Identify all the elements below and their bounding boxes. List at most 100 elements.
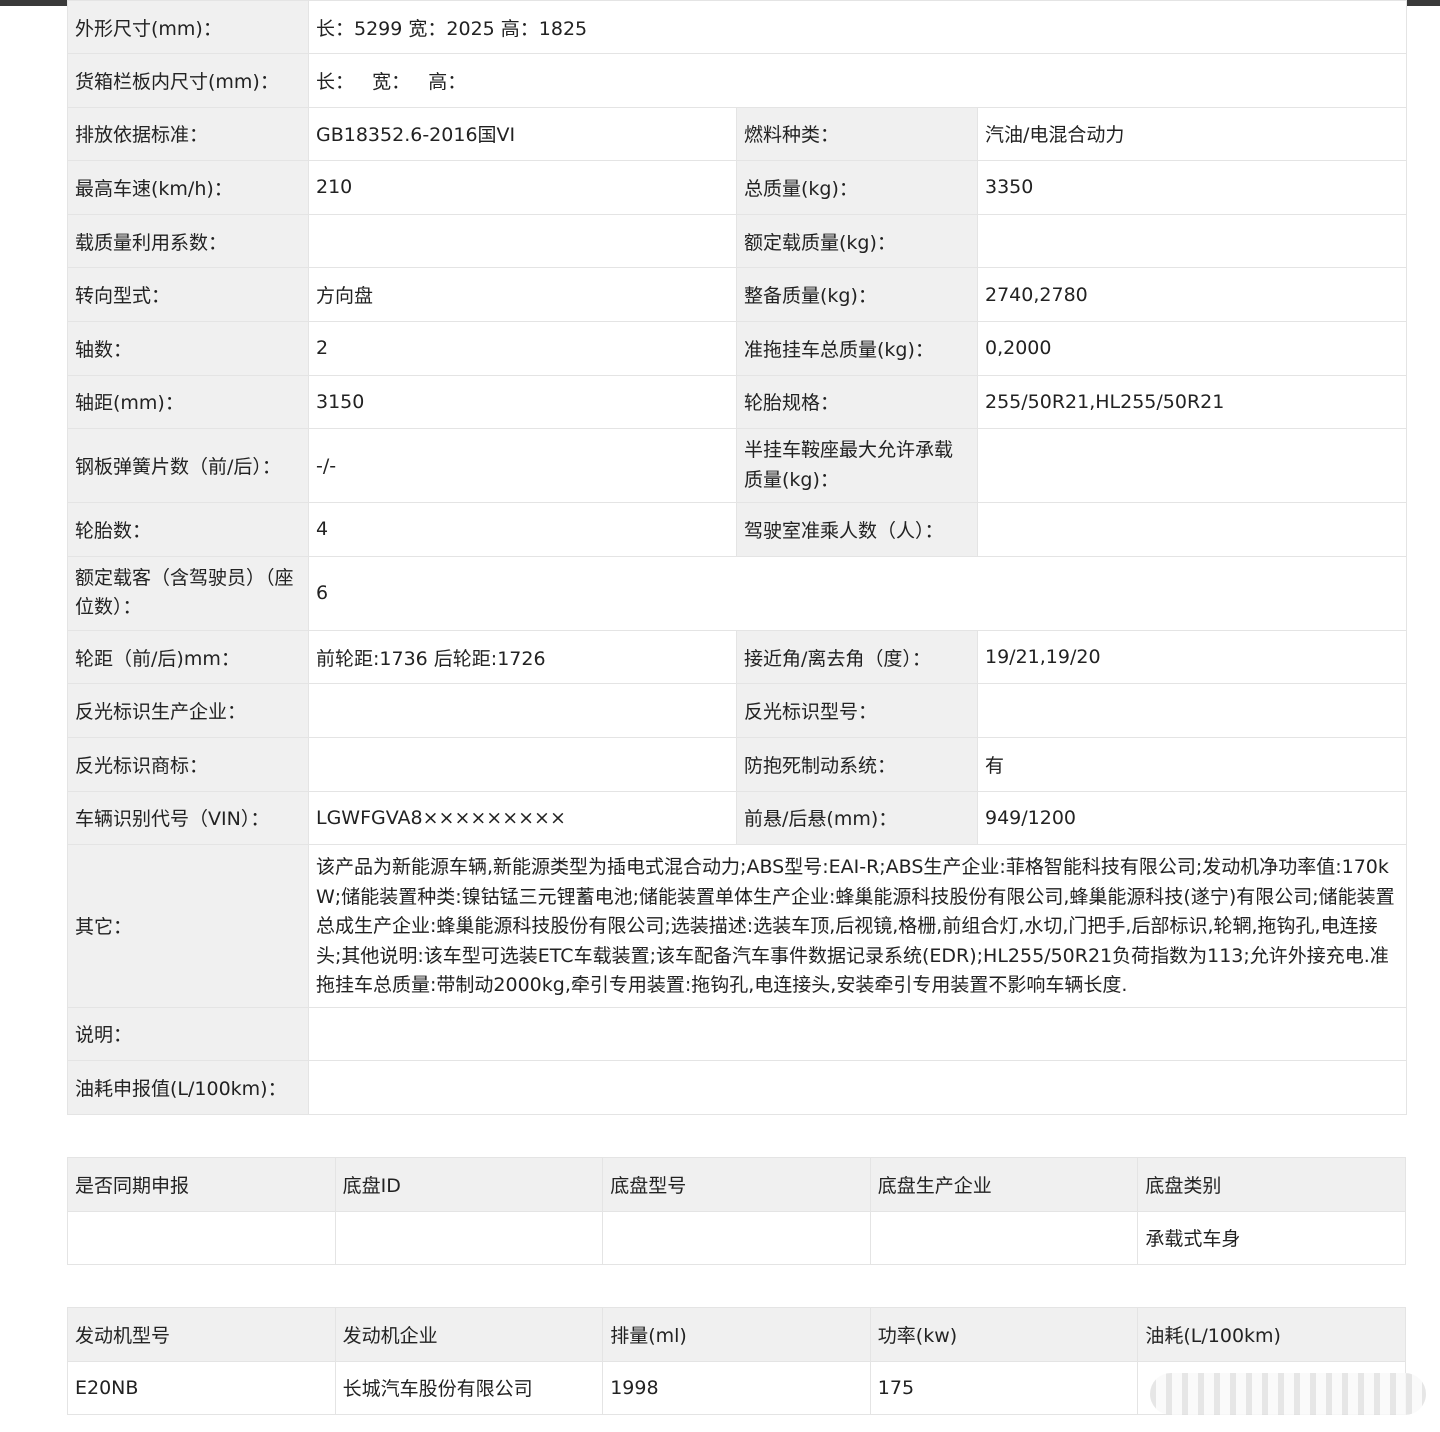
param-label: 转向型式：	[67, 267, 309, 322]
fuel-label: 油耗申报值(L/100km)：	[67, 1060, 309, 1115]
table-row: 其它： 该产品为新能源车辆,新能源类型为插电式混合动力;ABS型号:EAI-R;…	[67, 844, 1408, 1008]
chassis-table: 是否同期申报 底盘ID 底盘型号 底盘生产企业 底盘类别 承载式车身	[67, 1157, 1406, 1265]
table-cell: 长城汽车股份有限公司	[334, 1360, 604, 1415]
table-row: 载质量利用系数： 额定载质量(kg)：	[67, 213, 1408, 269]
table-row: 说明：	[67, 1006, 1408, 1062]
param-label: 驾驶室准乘人数（人）：	[736, 502, 978, 557]
param-value: 前轮距:1736 后轮距:1726	[308, 629, 737, 685]
seats-label: 额定载客（含驾驶员）（座位数）：	[67, 555, 309, 631]
column-header: 底盘型号	[602, 1157, 871, 1212]
param-value	[308, 736, 737, 792]
column-header: 功率(kw)	[869, 1307, 1139, 1362]
table-row: 轮距（前/后)mm： 前轮距:1736 后轮距:1726 接近角/离去角（度）：…	[67, 629, 1408, 685]
column-header: 是否同期申报	[67, 1157, 336, 1212]
param-label: 额定载质量(kg)：	[736, 213, 978, 269]
column-header: 发动机企业	[334, 1307, 604, 1362]
table-row: 反光标识生产企业： 反光标识型号：	[67, 683, 1408, 738]
param-label: 载质量利用系数：	[67, 213, 309, 269]
param-value	[976, 683, 1408, 738]
param-label: 半挂车鞍座最大允许承载质量(kg)：	[736, 428, 978, 504]
note-label: 说明：	[67, 1006, 309, 1062]
param-value	[308, 683, 737, 738]
param-label: 反光标识生产企业：	[67, 683, 309, 738]
param-label: 轴数：	[67, 320, 309, 376]
param-label: 整备质量(kg)：	[736, 267, 978, 322]
table-header-row: 是否同期申报 底盘ID 底盘型号 底盘生产企业 底盘类别	[67, 1157, 1406, 1212]
param-label: 准拖挂车总质量(kg)：	[736, 320, 978, 376]
param-value	[976, 213, 1408, 269]
table-row: 车辆识别代号（VIN）： LGWFGVA8××××××××× 前悬/后悬(mm)…	[67, 790, 1408, 846]
param-value: 949/1200	[976, 790, 1408, 846]
table-cell: E20NB	[67, 1360, 336, 1415]
param-value: 3150	[308, 374, 737, 430]
table-row: 承载式车身	[67, 1210, 1406, 1265]
param-value: 有	[976, 736, 1408, 792]
table-cell	[602, 1210, 871, 1265]
param-value: 0,2000	[976, 320, 1408, 376]
note-value	[307, 1006, 1408, 1062]
column-header: 排量(ml)	[602, 1307, 871, 1362]
param-label: 总质量(kg)：	[736, 160, 978, 215]
table-cell: 承载式车身	[1137, 1210, 1406, 1265]
cargo-box-label: 货箱栏板内尺寸(mm)：	[67, 53, 309, 108]
table-row: 外形尺寸(mm)： 长：5299 宽：2025 高：1825	[67, 0, 1408, 54]
table-row: 最高车速(km/h)： 210 总质量(kg)： 3350	[67, 160, 1408, 215]
param-value: LGWFGVA8×××××××××	[308, 790, 737, 846]
table-row: 钢板弹簧片数（前/后）： -/- 半挂车鞍座最大允许承载质量(kg)：	[67, 428, 1408, 504]
table-row: 油耗申报值(L/100km)：	[67, 1060, 1408, 1115]
param-label: 钢板弹簧片数（前/后）：	[67, 428, 309, 504]
param-value	[976, 428, 1408, 504]
param-label: 防抱死制动系统：	[736, 736, 978, 792]
param-value: -/-	[308, 428, 737, 504]
table-cell	[869, 1210, 1139, 1265]
table-cell: 175	[869, 1360, 1139, 1415]
table-cell	[334, 1210, 604, 1265]
cargo-box-value: 长： 宽： 高：	[307, 53, 1408, 108]
param-label: 车辆识别代号（VIN）：	[67, 790, 309, 846]
param-value: 210	[308, 160, 737, 215]
seats-value: 6	[307, 555, 1408, 631]
param-label: 接近角/离去角（度）：	[736, 629, 978, 685]
watermark	[1150, 1373, 1426, 1415]
column-header: 底盘生产企业	[869, 1157, 1139, 1212]
param-value: 4	[308, 502, 737, 557]
column-header: 底盘ID	[334, 1157, 604, 1212]
param-label: 反光标识商标：	[67, 736, 309, 792]
param-value: 3350	[976, 160, 1408, 215]
param-value	[308, 213, 737, 269]
table-cell: 1998	[602, 1360, 871, 1415]
param-label: 燃料种类：	[736, 106, 978, 162]
dimensions-label: 外形尺寸(mm)：	[67, 0, 309, 54]
table-row: 排放依据标准： GB18352.6-2016国VI 燃料种类： 汽油/电混合动力	[67, 106, 1408, 162]
param-label: 轮距（前/后)mm：	[67, 629, 309, 685]
param-value: 2740,2780	[976, 267, 1408, 322]
table-row: 轴数： 2 准拖挂车总质量(kg)： 0,2000	[67, 320, 1408, 376]
param-label: 反光标识型号：	[736, 683, 978, 738]
table-row: 转向型式： 方向盘 整备质量(kg)： 2740,2780	[67, 267, 1408, 322]
dimensions-value: 长：5299 宽：2025 高：1825	[307, 0, 1408, 54]
column-header: 底盘类别	[1137, 1157, 1406, 1212]
param-label: 轮胎规格：	[736, 374, 978, 430]
fuel-value	[307, 1060, 1408, 1115]
table-row: 轮胎数： 4 驾驶室准乘人数（人）：	[67, 502, 1408, 557]
param-value: 19/21,19/20	[976, 629, 1408, 685]
other-value: 该产品为新能源车辆,新能源类型为插电式混合动力;ABS型号:EAI-R;ABS生…	[307, 844, 1408, 1008]
table-row: 额定载客（含驾驶员）（座位数）： 6	[67, 555, 1408, 631]
param-label: 前悬/后悬(mm)：	[736, 790, 978, 846]
table-row: 反光标识商标： 防抱死制动系统： 有	[67, 736, 1408, 792]
param-value: 方向盘	[308, 267, 737, 322]
table-row: 轴距(mm)： 3150 轮胎规格： 255/50R21,HL255/50R21	[67, 374, 1408, 430]
param-value: 255/50R21,HL255/50R21	[976, 374, 1408, 430]
param-label: 轮胎数：	[67, 502, 309, 557]
table-row: 货箱栏板内尺寸(mm)： 长： 宽： 高：	[67, 53, 1408, 108]
param-value: 汽油/电混合动力	[976, 106, 1408, 162]
column-header: 发动机型号	[67, 1307, 336, 1362]
other-label: 其它：	[67, 844, 309, 1008]
table-header-row: 发动机型号 发动机企业 排量(ml) 功率(kw) 油耗(L/100km)	[67, 1307, 1406, 1362]
param-value: GB18352.6-2016国VI	[308, 106, 737, 162]
vehicle-parameters-table: 外形尺寸(mm)： 长：5299 宽：2025 高：1825 货箱栏板内尺寸(m…	[67, 0, 1408, 1115]
table-cell	[67, 1210, 336, 1265]
param-label: 排放依据标准：	[67, 106, 309, 162]
param-label: 最高车速(km/h)：	[67, 160, 309, 215]
column-header: 油耗(L/100km)	[1137, 1307, 1406, 1362]
